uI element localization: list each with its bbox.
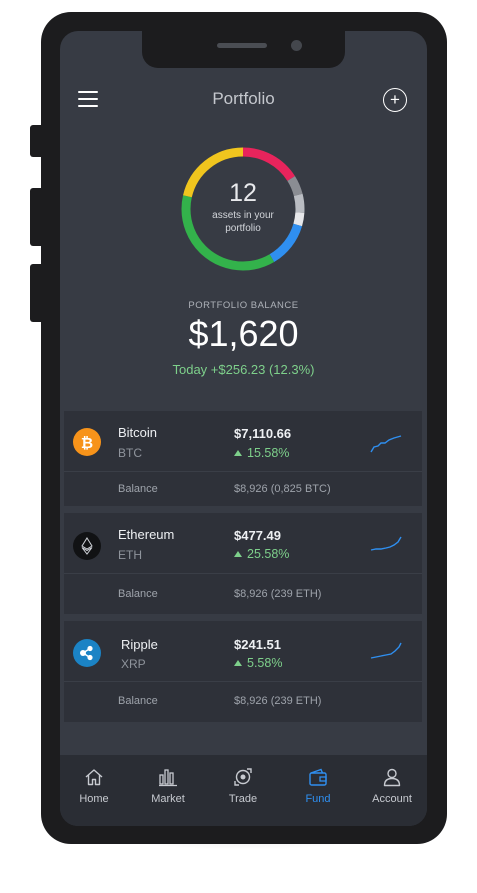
nav-label: Account <box>372 793 412 805</box>
coin-name: Ripple <box>121 637 158 652</box>
coin-change: 5.58% <box>234 656 282 670</box>
nav-label: Home <box>79 793 109 805</box>
bottom-nav: Home Market Trade Fund Account <box>60 755 427 826</box>
home-icon <box>85 769 103 786</box>
nav-fund[interactable]: Fund <box>283 755 353 826</box>
coin-change: 25.58% <box>234 547 289 561</box>
ethereum-icon <box>73 532 101 560</box>
coin-symbol: BTC <box>118 446 142 460</box>
market-chart-icon <box>159 769 177 787</box>
wallet-icon <box>309 768 327 786</box>
nav-label: Trade <box>228 793 258 805</box>
asset-count: 12 <box>229 179 257 207</box>
nav-label: Market <box>151 793 185 805</box>
front-camera <box>291 40 302 51</box>
coin-balance-row: Balance $8,926 (239 ETH) <box>64 574 422 614</box>
nav-label: Fund <box>305 793 331 805</box>
balance-key: Balance <box>118 588 158 600</box>
balance-key: Balance <box>118 695 158 707</box>
coin-card-ripple[interactable]: Ripple XRP $241.51 5.58% Balance $8,926 … <box>64 621 422 722</box>
bitcoin-icon: ₿ <box>73 428 101 456</box>
coin-name: Bitcoin <box>118 425 158 440</box>
trade-exchange-icon <box>234 768 252 786</box>
user-icon <box>383 768 401 787</box>
nav-trade[interactable]: Trade <box>208 755 278 826</box>
sparkline-chart <box>370 435 402 453</box>
coin-symbol: XRP <box>121 657 146 671</box>
balance-value: $1,620 <box>188 313 299 354</box>
nav-market[interactable]: Market <box>133 755 203 826</box>
coin-change: 15.58% <box>234 446 289 460</box>
svg-text:₿: ₿ <box>81 434 93 452</box>
phone-notch <box>142 31 345 68</box>
coin-card-bitcoin[interactable]: ₿ Bitcoin BTC $7,110.66 15.58% Balance $… <box>64 411 422 506</box>
balance-label: PORTFOLIO BALANCE <box>188 300 299 311</box>
balance-amount: $8,926 (239 ETH) <box>234 588 322 600</box>
coin-name: Ethereum <box>118 527 175 542</box>
up-arrow-icon <box>234 551 242 557</box>
add-asset-button[interactable]: + <box>383 88 407 112</box>
nav-home[interactable]: Home <box>60 755 129 826</box>
nav-account[interactable]: Account <box>357 755 427 826</box>
coin-card-header: Ethereum ETH $477.49 25.58% <box>64 513 422 574</box>
balance-amount: $8,926 (0,825 BTC) <box>234 483 331 495</box>
coin-card-header: ₿ Bitcoin BTC $7,110.66 15.58% <box>64 411 422 472</box>
sparkline-chart <box>370 536 402 551</box>
coin-balance-row: Balance $8,926 (0,825 BTC) <box>64 472 422 506</box>
coin-balance-row: Balance $8,926 (239 ETH) <box>64 682 422 722</box>
coin-price: $7,110.66 <box>234 426 292 441</box>
balance-amount: $8,926 (239 ETH) <box>234 695 322 707</box>
sparkline-chart <box>370 642 402 659</box>
up-arrow-icon <box>234 450 242 456</box>
donut-center: 12 assets in your portfolio <box>178 144 308 274</box>
up-arrow-icon <box>234 660 242 666</box>
app-screen: Portfolio + 12 assets in your portfolio … <box>60 31 427 826</box>
coin-symbol: ETH <box>118 548 142 562</box>
balance-key: Balance <box>118 483 158 495</box>
coin-price: $477.49 <box>234 528 281 543</box>
ripple-icon <box>73 639 101 667</box>
plus-circle-icon: + <box>390 90 400 109</box>
coin-card-ethereum[interactable]: Ethereum ETH $477.49 25.58% Balance $8,9… <box>64 513 422 614</box>
coin-price: $241.51 <box>234 637 281 652</box>
coin-card-header: Ripple XRP $241.51 5.58% <box>64 621 422 682</box>
asset-caption: assets in your portfolio <box>212 210 274 234</box>
today-change: Today +$256.23 (12.3%) <box>172 362 315 377</box>
page-title: Portfolio <box>212 89 275 108</box>
speaker-grille <box>217 43 267 48</box>
